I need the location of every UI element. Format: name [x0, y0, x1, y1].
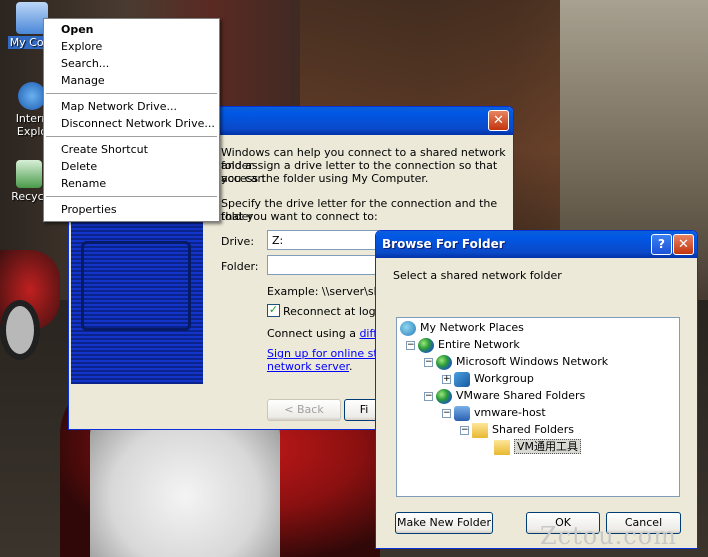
menu-item-rename[interactable]: Rename: [44, 175, 219, 192]
recycle-bin-icon: [16, 160, 42, 188]
menu-separator: [46, 93, 217, 94]
signup-line-2: network server.: [267, 360, 352, 373]
drive-label: Drive:: [221, 235, 255, 248]
specify-text-2: that you want to connect to:: [221, 210, 378, 223]
workgroup-icon: [454, 371, 470, 387]
folder-open-icon: [494, 439, 510, 455]
collapse-toggle[interactable]: −: [442, 409, 451, 418]
signup-link-2[interactable]: network server: [267, 360, 349, 373]
menu-item-search[interactable]: Search...: [44, 55, 219, 72]
tree-node-entire-network[interactable]: Entire Network: [418, 337, 520, 353]
help-button[interactable]: ?: [651, 234, 672, 255]
context-menu: Open Explore Search... Manage Map Networ…: [43, 18, 220, 222]
folder-label: Folder:: [221, 260, 259, 273]
menu-item-disconnect-network-drive[interactable]: Disconnect Network Drive...: [44, 115, 219, 132]
tree-node-vmware-shared-folders[interactable]: VMware Shared Folders: [436, 388, 585, 404]
title-bar[interactable]: Browse For Folder ? ✕: [376, 231, 697, 258]
connect-using-prefix: Connect using a: [267, 327, 360, 340]
globe-icon: [436, 354, 452, 370]
reconnect-checkbox[interactable]: ✓: [267, 304, 280, 317]
tree-node-microsoft-windows-network[interactable]: Microsoft Windows Network: [436, 354, 608, 370]
collapse-toggle[interactable]: −: [424, 392, 433, 401]
internet-explorer-icon: [18, 82, 46, 110]
signup-suffix: .: [348, 360, 353, 373]
menu-item-open[interactable]: Open: [44, 21, 219, 38]
menu-separator: [46, 196, 217, 197]
menu-item-manage[interactable]: Manage: [44, 72, 219, 89]
wallpaper-wheel: [0, 300, 40, 360]
shared-folder-icon: [472, 422, 488, 438]
menu-separator: [46, 136, 217, 137]
tree-node-my-network-places[interactable]: My Network Places: [400, 320, 524, 336]
menu-item-map-network-drive[interactable]: Map Network Drive...: [44, 98, 219, 115]
dialog-prompt: Select a shared network folder: [393, 269, 562, 282]
back-button[interactable]: < Back: [267, 399, 341, 421]
globe-icon: [418, 337, 434, 353]
dialog-title: Browse For Folder: [382, 237, 505, 251]
folder-tree[interactable]: My Network Places − Entire Network − Mic…: [396, 317, 680, 497]
tree-node-vm-tools[interactable]: VM通用工具: [494, 439, 582, 455]
close-button[interactable]: ✕: [488, 110, 509, 131]
close-button[interactable]: ✕: [673, 234, 694, 255]
collapse-toggle[interactable]: −: [406, 341, 415, 350]
globe-icon: [436, 388, 452, 404]
tree-node-shared-folders[interactable]: Shared Folders: [472, 422, 574, 438]
computer-icon: [454, 405, 470, 421]
menu-item-create-shortcut[interactable]: Create Shortcut: [44, 141, 219, 158]
menu-item-explore[interactable]: Explore: [44, 38, 219, 55]
folder-example: Example: \\server\sha: [267, 285, 388, 298]
tree-node-vmware-host[interactable]: vmware-host: [454, 405, 546, 421]
menu-item-delete[interactable]: Delete: [44, 158, 219, 175]
tree-node-workgroup[interactable]: Workgroup: [454, 371, 534, 387]
network-places-icon: [400, 320, 416, 336]
reconnect-label: Reconnect at logon: [283, 305, 390, 318]
expand-toggle[interactable]: +: [442, 375, 451, 384]
menu-item-properties[interactable]: Properties: [44, 201, 219, 218]
intro-text-3: access the folder using My Computer.: [221, 172, 429, 185]
watermark: Zctou.com: [540, 522, 677, 550]
collapse-toggle[interactable]: −: [460, 426, 469, 435]
collapse-toggle[interactable]: −: [424, 358, 433, 367]
browse-for-folder-dialog: Browse For Folder ? ✕ Select a shared ne…: [375, 230, 698, 549]
make-new-folder-button[interactable]: Make New Folder: [395, 512, 493, 534]
